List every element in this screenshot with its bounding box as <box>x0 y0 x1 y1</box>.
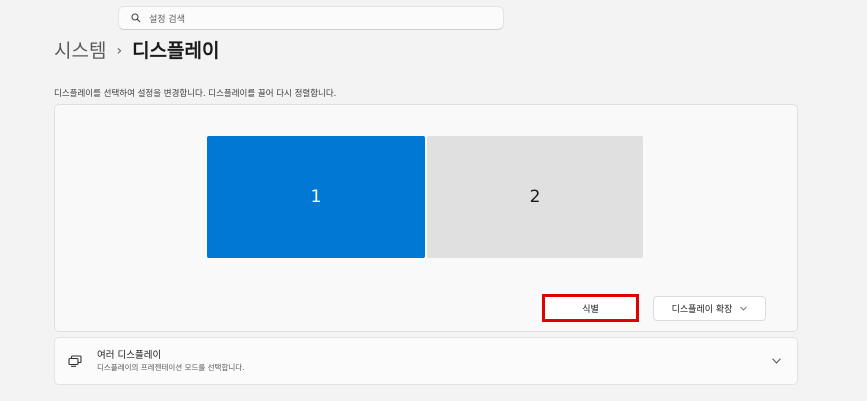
breadcrumb-parent[interactable]: 시스템 <box>54 38 106 64</box>
page-title: 디스플레이 <box>132 40 220 62</box>
multiple-displays-title: 여러 디스플레이 <box>97 350 162 361</box>
monitor-1[interactable]: 1 <box>207 136 425 258</box>
display-mode-value: 디스플레이 확장 <box>671 305 733 315</box>
display-arrangement-description: 디스플레이를 선택하여 설정을 변경합니다. 디스플레이를 끌어 다시 정렬합니… <box>54 89 337 99</box>
chevron-down-icon[interactable] <box>772 358 781 364</box>
search-placeholder: 설정 검색 <box>149 14 185 25</box>
identify-button[interactable]: 식별 <box>542 294 639 322</box>
breadcrumb-separator: › <box>116 43 123 59</box>
display-arrangement-panel: 1 2 식별 디스플레이 확장 <box>54 104 798 332</box>
monitor-2[interactable]: 2 <box>427 136 643 258</box>
chevron-down-icon <box>740 306 748 311</box>
multiple-displays-row[interactable]: 여러 디스플레이 디스플레이의 프레젠테이션 모드를 선택합니다. <box>54 337 798 385</box>
search-icon <box>131 13 141 23</box>
breadcrumb: 시스템 › 디스플레이 <box>54 38 219 64</box>
display-mode-dropdown[interactable]: 디스플레이 확장 <box>653 296 766 321</box>
search-box[interactable]: 설정 검색 <box>118 6 504 30</box>
multiple-displays-subtitle: 디스플레이의 프레젠테이션 모드를 선택합니다. <box>97 363 245 372</box>
monitor-1-label: 1 <box>310 187 322 207</box>
monitor-2-label: 2 <box>529 187 541 207</box>
multi-display-icon <box>68 355 82 367</box>
identify-button-label: 식별 <box>582 304 599 315</box>
